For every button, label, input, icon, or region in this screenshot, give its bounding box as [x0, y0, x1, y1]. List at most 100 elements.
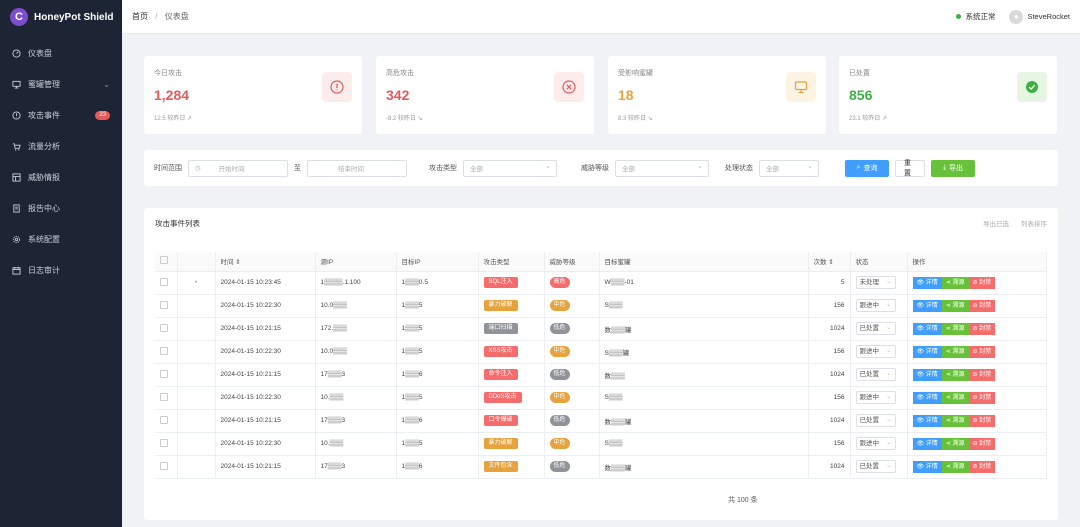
status-select[interactable]: 跟进中 [855, 437, 896, 450]
user-menu[interactable]: ● SteveRocket [1009, 9, 1070, 24]
block-button[interactable]: ⊘ 封禁 [968, 299, 996, 312]
row-checkbox[interactable] [155, 455, 178, 479]
table-row[interactable]: 2024-01-15 10:22:30 10.0▒▒▒ 1▒▒▒5 XSS攻击 中危 S▒… [155, 340, 1047, 364]
monitor-icon [786, 72, 816, 102]
row-actions: 👁 详情 ⋖ 溯源 ⊘ 封禁 [907, 363, 1047, 387]
select-all-checkbox[interactable] [155, 252, 178, 272]
detail-button[interactable]: 👁 详情 [912, 460, 942, 473]
sidebar-item-honeypot[interactable]: 蜜罐管理 ⌄ [0, 69, 122, 100]
column-sort-button[interactable]: 列表排序 [1021, 218, 1047, 228]
table-row[interactable]: • 2024-01-15 10:23:45 1▒▒▒▒.1.100 1▒▒▒0.5 SQ… [155, 271, 1047, 295]
reset-button[interactable]: 重置 [895, 159, 925, 177]
row-checkbox[interactable] [155, 340, 178, 364]
row-checkbox[interactable] [155, 271, 178, 295]
row-checkbox[interactable] [155, 317, 178, 341]
block-button[interactable]: ⊘ 封禁 [968, 437, 996, 450]
export-selected-button[interactable]: 导出已选 [983, 218, 1009, 228]
trace-button[interactable]: ⋖ 溯源 [941, 368, 969, 381]
row-status-cell: 未处理 [850, 271, 908, 295]
table-row[interactable]: 2024-01-15 10:22:30 10.▒▒▒ 1▒▒▒5 DDoS攻击 中危 S▒… [155, 386, 1047, 410]
threat-level-select[interactable]: 全部 [615, 159, 709, 177]
export-button[interactable]: ⤓ 导出 [931, 159, 975, 177]
trace-button[interactable]: ⋖ 溯源 [941, 299, 969, 312]
status-select[interactable]: 跟进中 [855, 345, 896, 358]
block-button[interactable]: ⊘ 封禁 [968, 276, 996, 289]
header-right: 系统正常 ● SteveRocket [956, 9, 1070, 24]
detail-button[interactable]: 👁 详情 [912, 437, 942, 450]
attack-count-badge: 23 [95, 111, 110, 120]
column-header-target: 目标蜜罐 [599, 252, 809, 272]
table-row[interactable]: 2024-01-15 10:21:15 17▒▒▒3 1▒▒▒6 口令爆破 低危 数▒▒▒… [155, 409, 1047, 433]
breadcrumb-home[interactable]: 首页 [132, 12, 148, 21]
status-select[interactable]: 已处置 [855, 322, 896, 335]
row-src-ip: 17▒▒▒3 [315, 409, 397, 433]
sidebar-item-label: 系统配置 [28, 235, 60, 244]
block-button[interactable]: ⊘ 封禁 [968, 414, 996, 427]
status-select[interactable]: 跟进中 [855, 391, 896, 404]
trace-button[interactable]: ⋖ 溯源 [941, 345, 969, 358]
block-button[interactable]: ⊘ 封禁 [968, 391, 996, 404]
status-select[interactable]: 跟进中 [855, 299, 896, 312]
sidebar-item-settings[interactable]: 系统配置 [0, 224, 122, 255]
status-select[interactable]: 未处理 [855, 276, 896, 289]
detail-button[interactable]: 👁 详情 [912, 276, 942, 289]
sidebar-item-traffic[interactable]: 流量分析 [0, 131, 122, 162]
trace-button[interactable]: ⋖ 溯源 [941, 460, 969, 473]
column-header-status: 状态 [850, 252, 908, 272]
system-status-text: 系统正常 [965, 12, 996, 21]
monitor-icon [12, 80, 21, 89]
block-button[interactable]: ⊘ 封禁 [968, 345, 996, 358]
trace-button[interactable]: ⋖ 溯源 [941, 276, 969, 289]
column-header-count[interactable]: 次数 ⇕ [808, 252, 851, 272]
trace-button[interactable]: ⋖ 溯源 [941, 322, 969, 335]
block-button[interactable]: ⊘ 封禁 [968, 368, 996, 381]
row-marker [177, 455, 216, 479]
attack-type-tag: SQL注入 [483, 277, 518, 288]
row-checkbox[interactable] [155, 386, 178, 410]
table-row[interactable]: 2024-01-15 10:21:15 17▒▒▒3 1▒▒▒6 文件包含 低危 数▒▒▒… [155, 455, 1047, 479]
table-row[interactable]: 2024-01-15 10:22:30 10.0▒▒▒ 1▒▒▒5 暴力破解 中危 S▒▒… [155, 294, 1047, 318]
block-button[interactable]: ⊘ 封禁 [968, 460, 996, 473]
status-select[interactable]: 已处置 [855, 368, 896, 381]
sidebar-item-intel[interactable]: 威胁情报 [0, 162, 122, 193]
row-marker [177, 363, 216, 387]
end-time-input[interactable]: 结束时间 [307, 159, 407, 177]
chevron-down-icon[interactable]: ⌄ [103, 80, 110, 89]
row-checkbox[interactable] [155, 409, 178, 433]
attack-type-select[interactable]: 全部 [463, 159, 557, 177]
row-checkbox[interactable] [155, 363, 178, 387]
status-filter-select[interactable]: 全部 [759, 159, 819, 177]
trace-button[interactable]: ⋖ 溯源 [941, 391, 969, 404]
detail-button[interactable]: 👁 详情 [912, 299, 942, 312]
sidebar-item-reports[interactable]: 报告中心 [0, 193, 122, 224]
sidebar-item-label: 流量分析 [28, 142, 60, 151]
status-select[interactable]: 已处置 [855, 414, 896, 427]
table-row[interactable]: 2024-01-15 10:21:15 172.▒▒▒ 1▒▒▒5 端口扫描 低危 数▒▒… [155, 317, 1047, 341]
detail-button[interactable]: 👁 详情 [912, 368, 942, 381]
table-row[interactable]: 2024-01-15 10:22:30 10.▒▒▒ 1▒▒▒5 暴力破解 中危 S▒▒▒… [155, 432, 1047, 456]
sidebar-item-logs[interactable]: 日志审计 [0, 255, 122, 286]
row-checkbox[interactable] [155, 294, 178, 318]
row-checkbox[interactable] [155, 432, 178, 456]
detail-button[interactable]: 👁 详情 [912, 322, 942, 335]
sidebar-item-attacks[interactable]: 攻击事件 23 [0, 100, 122, 131]
sidebar-item-label: 攻击事件 [28, 111, 60, 120]
table-row[interactable]: 2024-01-15 10:21:15 17▒▒▒3 1▒▒▒6 命令注入 低危 数▒▒▒… [155, 363, 1047, 387]
trace-button[interactable]: ⋖ 溯源 [941, 414, 969, 427]
search-button[interactable]: ⌕ 查询 [845, 159, 889, 177]
block-button[interactable]: ⊘ 封禁 [968, 322, 996, 335]
table-header-row: 时间 ⇕ 源IP 目标IP 攻击类型 威胁等级 目标蜜罐 次数 ⇕ 状态 操作 [155, 252, 1047, 272]
start-time-input[interactable]: ◷ 开始时间 [188, 159, 288, 177]
detail-button[interactable]: 👁 详情 [912, 391, 942, 404]
trace-button[interactable]: ⋖ 溯源 [941, 437, 969, 450]
sidebar-item-dashboard[interactable]: 仪表盘 [0, 38, 122, 69]
x-circle-icon [554, 72, 584, 102]
detail-button[interactable]: 👁 详情 [912, 414, 942, 427]
detail-button[interactable]: 👁 详情 [912, 345, 942, 358]
cart-icon [12, 143, 21, 151]
status-select[interactable]: 已处置 [855, 460, 896, 473]
column-header-time[interactable]: 时间 ⇕ [215, 252, 316, 272]
brand[interactable]: C HoneyPot Shield [0, 0, 122, 34]
status-filter-label: 处理状态 [725, 165, 753, 172]
row-type-cell: XSS攻击 [478, 340, 545, 364]
